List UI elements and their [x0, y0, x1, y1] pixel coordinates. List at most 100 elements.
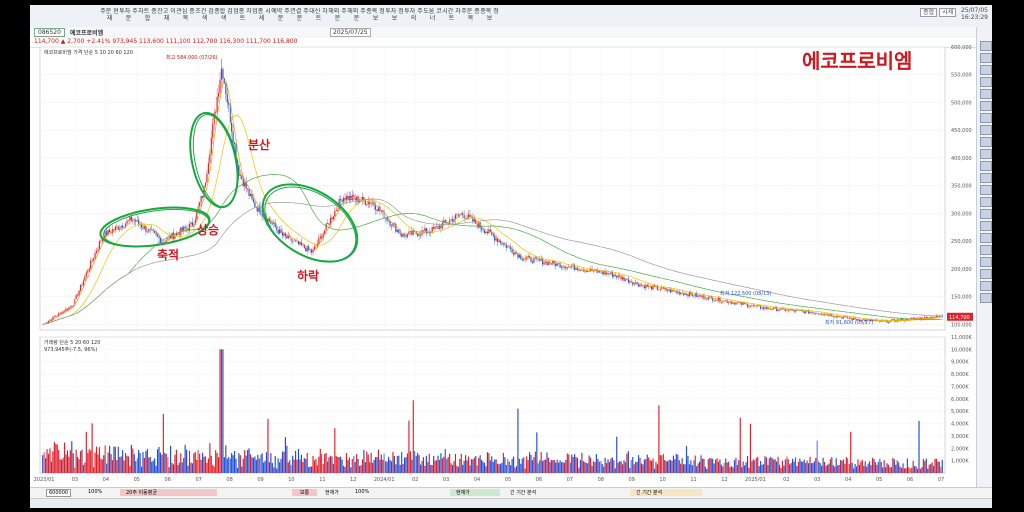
- side-tool-icon[interactable]: [980, 173, 992, 183]
- side-tool-icon[interactable]: [980, 101, 992, 111]
- volume-bar: [374, 457, 377, 473]
- volume-bar: [651, 460, 653, 473]
- candle-body: [481, 227, 483, 230]
- volume-bar: [344, 466, 346, 473]
- volume-bar: [797, 461, 799, 473]
- volume-bar: [162, 413, 164, 473]
- side-tool-icon[interactable]: [980, 65, 992, 75]
- candle-body: [184, 226, 186, 229]
- candle-body: [281, 232, 284, 236]
- volume-bar: [180, 453, 182, 473]
- volume-bar: [271, 462, 273, 473]
- candle-body: [335, 210, 337, 211]
- volume-bar: [122, 450, 124, 473]
- volume-bar: [889, 467, 891, 473]
- volume-bar: [71, 441, 73, 473]
- volume-bar: [207, 458, 209, 473]
- candle-body: [239, 175, 241, 176]
- volume-bar: [764, 456, 766, 473]
- volume-bar: [511, 458, 513, 473]
- volume-bar: [133, 454, 135, 473]
- side-tool-icon[interactable]: [980, 209, 992, 219]
- candle-body: [222, 68, 224, 79]
- candle-body: [271, 223, 273, 225]
- volume-bar: [406, 453, 409, 473]
- side-tool-icon[interactable]: [980, 161, 992, 171]
- side-tool-icon[interactable]: [980, 137, 992, 147]
- side-tool-icon[interactable]: [980, 269, 992, 279]
- x-tick-label: 04: [103, 477, 109, 483]
- side-tool-icon[interactable]: [980, 77, 992, 87]
- side-tool-icon[interactable]: [980, 257, 992, 267]
- side-tool-icon[interactable]: [980, 293, 992, 303]
- volume-bar: [456, 465, 458, 473]
- candle-body: [305, 248, 307, 252]
- candle-body: [81, 284, 83, 286]
- candle-body: [216, 96, 218, 112]
- candle-body: [85, 272, 87, 277]
- volume-bar: [475, 455, 477, 473]
- volume-bar: [72, 453, 74, 473]
- side-tool-icon[interactable]: [980, 53, 992, 63]
- volume-bar: [794, 457, 797, 473]
- x-tick-label: 02: [412, 477, 418, 483]
- side-tool-icon[interactable]: [980, 113, 992, 123]
- candle-body: [61, 312, 63, 314]
- volume-bar: [306, 452, 308, 473]
- volume-bar: [110, 454, 112, 473]
- last-price-label: 114,700: [949, 315, 970, 321]
- volume-bar: [780, 467, 782, 473]
- volume-bar: [762, 464, 765, 473]
- side-tool-icon[interactable]: [980, 41, 992, 51]
- volume-bar: [853, 468, 855, 473]
- volume-bar: [296, 459, 298, 473]
- volume-bar: [623, 460, 625, 473]
- side-tool-icon[interactable]: [980, 281, 992, 291]
- candle-body: [722, 301, 724, 303]
- side-tool-icon[interactable]: [980, 245, 992, 255]
- volume-bar: [412, 400, 414, 473]
- bottom-count-input[interactable]: 600000: [46, 489, 72, 497]
- side-tool-icon[interactable]: [980, 233, 992, 243]
- side-tool-icon[interactable]: [980, 185, 992, 195]
- volume-bar: [829, 459, 831, 473]
- volume-panel: [39, 336, 946, 474]
- volume-bar: [252, 457, 255, 473]
- volume-bar: [488, 453, 490, 473]
- candle-body: [55, 316, 57, 317]
- volume-bar: [324, 454, 326, 473]
- volume-bar: [482, 461, 484, 473]
- side-tool-icon[interactable]: [980, 149, 992, 159]
- volume-bar: [632, 456, 634, 473]
- candle-body: [154, 231, 156, 233]
- volume-bar: [536, 432, 538, 473]
- volume-bar: [905, 468, 907, 473]
- candle-body: [616, 275, 618, 278]
- volume-bar: [438, 459, 441, 473]
- volume-bar: [869, 461, 871, 473]
- candle-body: [434, 226, 436, 229]
- side-tool-icon[interactable]: [980, 221, 992, 231]
- volume-bar: [284, 437, 286, 473]
- side-tool-icon[interactable]: [980, 125, 992, 135]
- volume-bar: [322, 463, 324, 473]
- volume-bar: [380, 454, 382, 473]
- volume-bar: [523, 457, 525, 473]
- candle-body: [613, 275, 615, 277]
- side-tool-icon[interactable]: [980, 197, 992, 207]
- volume-bar: [614, 468, 616, 473]
- volume-bar: [935, 458, 938, 473]
- side-tool-icon[interactable]: [980, 89, 992, 99]
- candle-body: [482, 229, 484, 231]
- candle-body: [325, 223, 327, 231]
- volume-bar: [784, 459, 786, 473]
- volume-bar: [254, 456, 256, 473]
- volume-bar: [309, 466, 311, 473]
- volume-bar: [360, 465, 362, 473]
- price-tick-label: 250,000: [951, 239, 972, 245]
- candle-body: [422, 230, 425, 232]
- volume-bar: [640, 463, 643, 473]
- volume-bar: [558, 462, 560, 473]
- volume-bar: [212, 464, 214, 473]
- volume-bar: [58, 450, 60, 473]
